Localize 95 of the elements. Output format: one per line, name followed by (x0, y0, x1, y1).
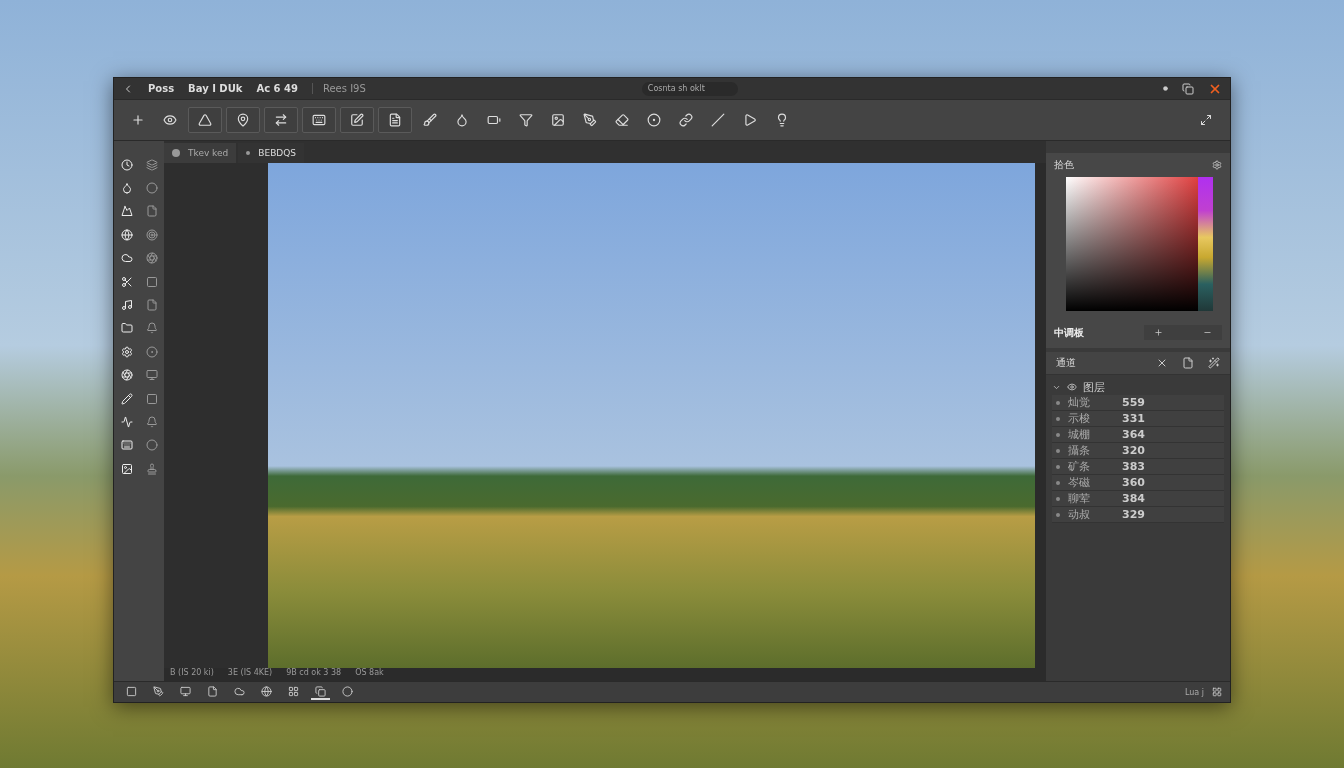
status-text: 9B cd ok 3 38 (286, 668, 342, 679)
plus-icon[interactable] (1154, 328, 1163, 337)
document-tab[interactable]: Tkev ked (164, 143, 237, 163)
aperture-icon[interactable] (145, 252, 158, 265)
gear-icon[interactable] (1212, 160, 1222, 170)
clock-icon[interactable] (120, 158, 133, 171)
cloud-icon[interactable] (120, 252, 133, 265)
layer-row[interactable]: 矿条 383 (1052, 459, 1224, 475)
image-icon (551, 113, 565, 127)
page-icon[interactable] (145, 205, 158, 218)
eraser-icon (615, 113, 629, 127)
copy-icon (315, 685, 326, 697)
slash-icon (711, 113, 725, 127)
page-icon[interactable] (1182, 357, 1194, 369)
square-icon[interactable] (145, 392, 158, 405)
status-text: 3E (IS 4KE) (227, 668, 273, 679)
circle-icon[interactable] (145, 439, 158, 452)
bell-icon[interactable] (145, 416, 158, 428)
triangle-icon (198, 113, 212, 127)
circle-icon[interactable] (145, 345, 158, 358)
close-icon[interactable] (1156, 357, 1168, 369)
globe-icon[interactable] (120, 228, 133, 241)
menu-item[interactable]: Bay I DUk (188, 83, 243, 94)
layer-row[interactable]: 示梭 331 (1052, 411, 1224, 427)
cloud-icon (234, 685, 245, 697)
bulb-icon (775, 113, 789, 127)
pin-icon (236, 113, 250, 127)
keyboard-icon[interactable] (120, 439, 133, 452)
tool-button[interactable] (302, 107, 336, 133)
tool-button[interactable] (378, 107, 412, 133)
wave-icon[interactable] (120, 416, 133, 428)
tool-button[interactable] (340, 107, 374, 133)
square-icon (126, 685, 137, 697)
layer-row[interactable]: 聊荤 384 (1052, 491, 1224, 507)
layer-row[interactable]: 岑磁 360 (1052, 475, 1224, 491)
image-icon[interactable] (120, 462, 133, 475)
page-icon (207, 685, 218, 697)
circle-icon[interactable] (145, 182, 158, 195)
status-text: B (IS 20 ki) (170, 668, 214, 679)
layer-row[interactable]: 灿觉 559 (1052, 395, 1224, 411)
link-icon (679, 113, 693, 127)
drop-icon (455, 113, 469, 127)
document-name: Rees I9S (311, 83, 366, 94)
monitor-icon[interactable] (145, 369, 158, 382)
layer-row[interactable]: 城棚 364 (1052, 427, 1224, 443)
tool-button[interactable] (226, 107, 260, 133)
menu-item[interactable]: Ac 6 49 (256, 83, 298, 94)
globe-icon (261, 685, 272, 697)
menu-item[interactable]: Poss (148, 83, 175, 94)
square-icon[interactable] (145, 275, 158, 288)
plus-icon (131, 113, 145, 127)
arrows-icon (274, 113, 288, 127)
play-icon (743, 113, 757, 127)
search-field[interactable]: Cosnta sh oklt (641, 81, 738, 96)
tool-button[interactable] (264, 107, 298, 133)
expand-icon (1200, 114, 1212, 126)
scissors-icon[interactable] (120, 275, 133, 288)
eye-icon (163, 113, 177, 127)
edit-icon (350, 113, 364, 127)
drop-icon[interactable] (120, 182, 133, 195)
dot-icon[interactable] (1163, 86, 1168, 91)
panel-title: 通道 (1056, 356, 1077, 370)
folder-icon[interactable] (120, 322, 133, 335)
mountain-icon[interactable] (120, 205, 133, 218)
tool-button[interactable] (188, 107, 222, 133)
panel-tab[interactable] (311, 684, 330, 700)
keyboard-icon (312, 113, 326, 127)
battery-icon (487, 113, 501, 127)
music-icon[interactable] (120, 299, 133, 312)
circle-icon (647, 113, 661, 127)
target-icon[interactable] (145, 228, 158, 241)
layer-row[interactable]: 动叔 329 (1052, 507, 1224, 523)
pen-icon (153, 685, 164, 697)
page-icon[interactable] (145, 299, 158, 312)
circle-icon (342, 685, 353, 697)
panel-title: 拾色 (1054, 158, 1074, 172)
document-icon (388, 113, 402, 127)
pencil-icon[interactable] (120, 392, 133, 405)
hue-strip[interactable] (1198, 177, 1213, 311)
window-icon[interactable] (1182, 82, 1194, 95)
layers-icon[interactable] (145, 158, 158, 171)
bell-icon[interactable] (145, 322, 158, 335)
status-text: Lua j (1184, 687, 1204, 697)
layer-group[interactable]: 图层 (1052, 379, 1224, 395)
grid-icon (288, 685, 299, 697)
layer-row[interactable]: 攝条 320 (1052, 443, 1224, 459)
swatch-label: 中调板 (1054, 325, 1084, 340)
status-text: OS 8ak (355, 668, 384, 679)
monitor-icon (180, 685, 191, 697)
color-field[interactable] (1066, 177, 1198, 311)
grid-icon[interactable] (1212, 687, 1222, 697)
filter-icon (519, 113, 533, 127)
stamp-icon[interactable] (145, 462, 158, 475)
eye-icon (1067, 382, 1077, 392)
pen-icon (583, 113, 597, 127)
